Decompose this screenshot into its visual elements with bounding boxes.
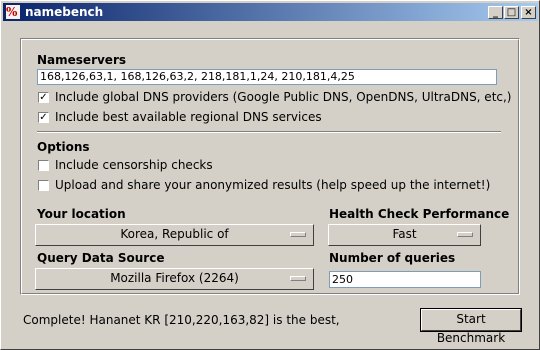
status-text: Complete! Hananet KR [210,220,163,82] is… (23, 313, 340, 327)
include-regional-checkbox[interactable]: ✓ (38, 112, 49, 123)
start-benchmark-button[interactable]: Start Benchmark (420, 308, 522, 345)
health-check-label: Health Check Performance (329, 207, 510, 221)
nameservers-input[interactable]: 168,126,63,1, 168,126,63,2, 218,181,1,24… (37, 69, 497, 85)
censorship-label: Include censorship checks (55, 158, 213, 172)
location-select[interactable]: Korea, Republic of (35, 224, 314, 246)
include-global-checkbox[interactable]: ✓ (38, 92, 49, 103)
queries-input[interactable]: 250 (329, 271, 481, 288)
location-value: Korea, Republic of (120, 227, 229, 241)
options-heading: Options (37, 140, 90, 154)
separator (37, 131, 501, 133)
upload-checkbox[interactable] (38, 180, 49, 191)
nameservers-heading: Nameservers (37, 53, 127, 67)
maximize-button[interactable]: □ (504, 6, 519, 19)
dropdown-grip-icon (290, 276, 306, 281)
location-label: Your location (37, 207, 126, 221)
minimize-button[interactable]: _ (488, 6, 503, 19)
health-check-select[interactable]: Fast (328, 224, 481, 246)
include-regional-label: Include best available regional DNS serv… (55, 110, 322, 124)
namebench-window: % namebench _ □ × Nameservers 168,126,63… (0, 0, 540, 350)
censorship-checkbox[interactable] (38, 160, 49, 171)
dropdown-grip-icon (457, 232, 473, 237)
upload-label: Upload and share your anonymized results… (55, 178, 491, 192)
include-global-label: Include global DNS providers (Google Pub… (55, 90, 512, 104)
query-source-select[interactable]: Mozilla Firefox (2264) (35, 268, 314, 290)
query-source-value: Mozilla Firefox (2264) (110, 271, 239, 285)
queries-label: Number of queries (329, 251, 456, 265)
health-check-value: Fast (392, 227, 417, 241)
close-button[interactable]: × (521, 6, 536, 19)
title-bar[interactable]: % namebench _ □ × (3, 3, 538, 21)
dropdown-grip-icon (290, 232, 306, 237)
app-icon: % (6, 5, 20, 19)
window-title: namebench (25, 5, 104, 19)
query-source-label: Query Data Source (37, 251, 165, 265)
